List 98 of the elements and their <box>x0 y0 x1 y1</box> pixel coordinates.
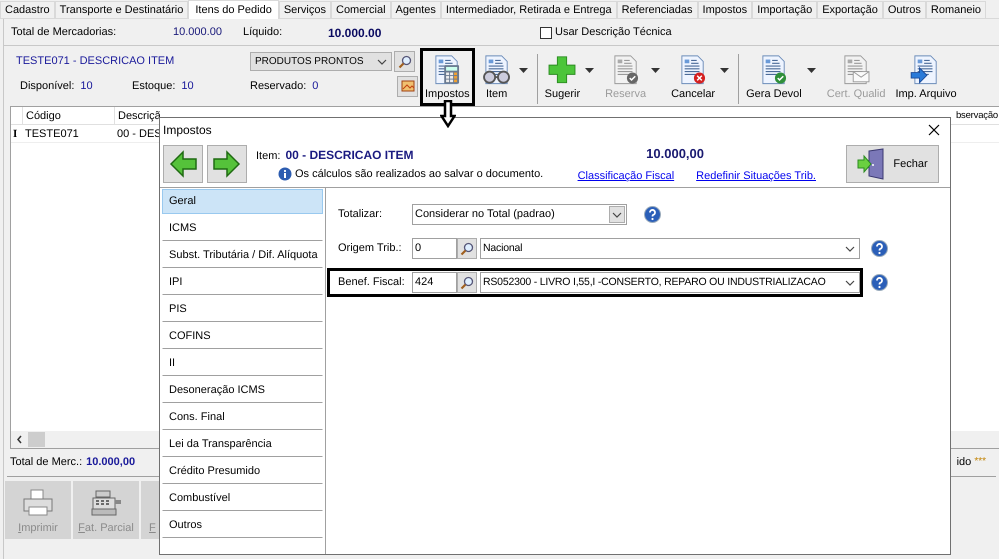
section-item[interactable]: Lei da Transparência <box>162 432 323 457</box>
next-button[interactable] <box>207 145 247 183</box>
close-dialog-button[interactable]: Fechar <box>846 145 939 183</box>
tab[interactable]: Cadastro <box>0 1 55 19</box>
tab[interactable]: Itens do Pedido <box>188 0 279 19</box>
tab[interactable]: Serviços <box>278 1 331 19</box>
total-value: 10.000.00 <box>173 25 223 40</box>
info-text: Os cálculos são realizados ao salvar o documento. <box>295 167 544 182</box>
tab[interactable]: Agentes <box>390 1 441 19</box>
tab[interactable]: Importação <box>752 1 818 19</box>
cash-register-icon <box>90 488 122 516</box>
select-field[interactable]: RS052300 - LIVRO I,55,I -CONSERTO, REPARO OU INDUSTRIALIZACAO <box>480 272 860 293</box>
section-item[interactable]: PIS <box>162 297 323 322</box>
chevron-icon <box>377 58 387 64</box>
section-item[interactable]: Crédito Presumido <box>162 459 323 484</box>
product-title: TESTE071 - DESCRICAO ITEM <box>16 54 176 70</box>
code-field[interactable]: 0 <box>412 238 457 259</box>
caret-icon[interactable] <box>518 68 528 73</box>
section-item[interactable]: IPI <box>162 270 323 295</box>
link[interactable]: Redefinir Situações Trib. <box>696 168 816 184</box>
close-button[interactable] <box>926 122 942 138</box>
checkbox-label: Usar Descrição Técnica <box>555 25 672 40</box>
printer-icon <box>22 488 54 516</box>
link[interactable]: Classificação Fiscal <box>578 168 674 184</box>
stock-label: Disponível: <box>20 78 74 94</box>
toolbar-button[interactable]: Imp. Arquivo <box>890 48 962 106</box>
stock-label: Reservado: <box>250 78 306 94</box>
toolbar-button[interactable]: Gera Devol <box>735 48 822 106</box>
section-item[interactable]: Subst. Tributária / Dif. Alíquota <box>162 243 323 268</box>
table-cell-text: TESTE071 <box>24 127 80 142</box>
dialog-title: Impostos <box>163 122 212 138</box>
chevron-icon <box>612 212 622 218</box>
section-item[interactable]: II <box>162 351 323 376</box>
toolbar-button[interactable]: Sugerir <box>534 48 600 106</box>
group-dropdown[interactable]: PRODUTOS PRONTOS <box>250 52 392 71</box>
toolbar-button[interactable]: Cancelar <box>666 48 736 106</box>
item-amount: 10.000,00 <box>646 145 704 163</box>
checkbox[interactable] <box>540 26 552 38</box>
stock-value: 10 <box>181 78 194 94</box>
tab[interactable]: Comercial <box>331 1 391 19</box>
left-arrow-icon <box>167 148 199 180</box>
toolbar-button[interactable]: Item <box>474 48 534 106</box>
field-label: Totalizar: <box>338 207 384 222</box>
previous-button[interactable] <box>163 145 203 183</box>
tab[interactable]: Outros <box>882 1 926 19</box>
field-label: Benef. Fiscal: <box>338 275 406 290</box>
item-value: 00 - DESCRICAO ITEM <box>285 146 414 164</box>
field-label: Origem Trib.: <box>338 241 403 256</box>
tab[interactable]: Transporte e Destinatário <box>54 1 188 19</box>
tab[interactable]: Exportação <box>817 1 883 19</box>
stock-label: Estoque: <box>132 78 176 94</box>
section-item[interactable]: COFINS <box>162 324 323 349</box>
caret-icon[interactable] <box>806 68 816 73</box>
image-button[interactable] <box>397 76 418 96</box>
column-header[interactable]: Código <box>23 107 115 124</box>
scrollbar-thumb[interactable] <box>28 432 45 447</box>
section-item[interactable]: Cons. Final <box>162 405 323 430</box>
right-arrow-icon <box>211 148 243 180</box>
search-icon <box>460 276 474 290</box>
section-item[interactable]: ICMS <box>162 216 323 241</box>
chevron-icon <box>845 246 855 252</box>
column-header[interactable]: Descriçã <box>115 107 175 124</box>
caret-icon[interactable] <box>585 68 594 73</box>
status-text: ido *** <box>956 455 986 470</box>
caret-icon[interactable] <box>720 68 730 73</box>
search-button[interactable] <box>394 51 415 72</box>
column-header[interactable]: bservação <box>956 107 999 124</box>
section-item[interactable]: Desoneração ICMS <box>162 378 323 403</box>
tab[interactable]: Intermediador, Retirada e Entrega <box>440 1 617 19</box>
stock-value: 10 <box>80 78 93 94</box>
section-item[interactable]: Combustível <box>162 486 323 511</box>
search-icon <box>398 54 412 68</box>
section-item[interactable]: Geral <box>162 189 323 214</box>
help-icon[interactable] <box>871 240 888 257</box>
select-field[interactable]: Nacional <box>480 238 860 259</box>
chevron-icon <box>845 280 855 286</box>
tab[interactable]: Romaneio <box>926 1 986 19</box>
picture-frame-icon <box>400 80 414 92</box>
net-label: Líquido: <box>243 25 284 40</box>
footer-total-label: Total de Merc.: <box>10 455 82 470</box>
tab[interactable]: Impostos <box>698 1 752 19</box>
stock-value: 0 <box>312 78 318 94</box>
section-item[interactable]: Outros <box>162 513 323 538</box>
close-icon <box>928 124 940 136</box>
tab[interactable]: Referenciadas <box>616 1 698 19</box>
code-field[interactable]: 424 <box>412 272 457 293</box>
net-value: 10.000.00 <box>328 24 382 42</box>
search-button[interactable] <box>457 272 477 293</box>
total-label: Total de Mercadorias: <box>11 25 118 40</box>
search-icon <box>460 242 474 256</box>
row-marker: I <box>12 127 18 142</box>
select-field[interactable]: Considerar no Total (padrao) <box>412 204 627 225</box>
help-icon[interactable] <box>871 274 888 291</box>
footer-total-value: 10.000,00 <box>86 455 136 470</box>
item-label: Item: <box>256 148 280 164</box>
help-icon[interactable] <box>644 206 661 223</box>
search-button[interactable] <box>457 238 477 259</box>
info-icon <box>278 167 292 182</box>
